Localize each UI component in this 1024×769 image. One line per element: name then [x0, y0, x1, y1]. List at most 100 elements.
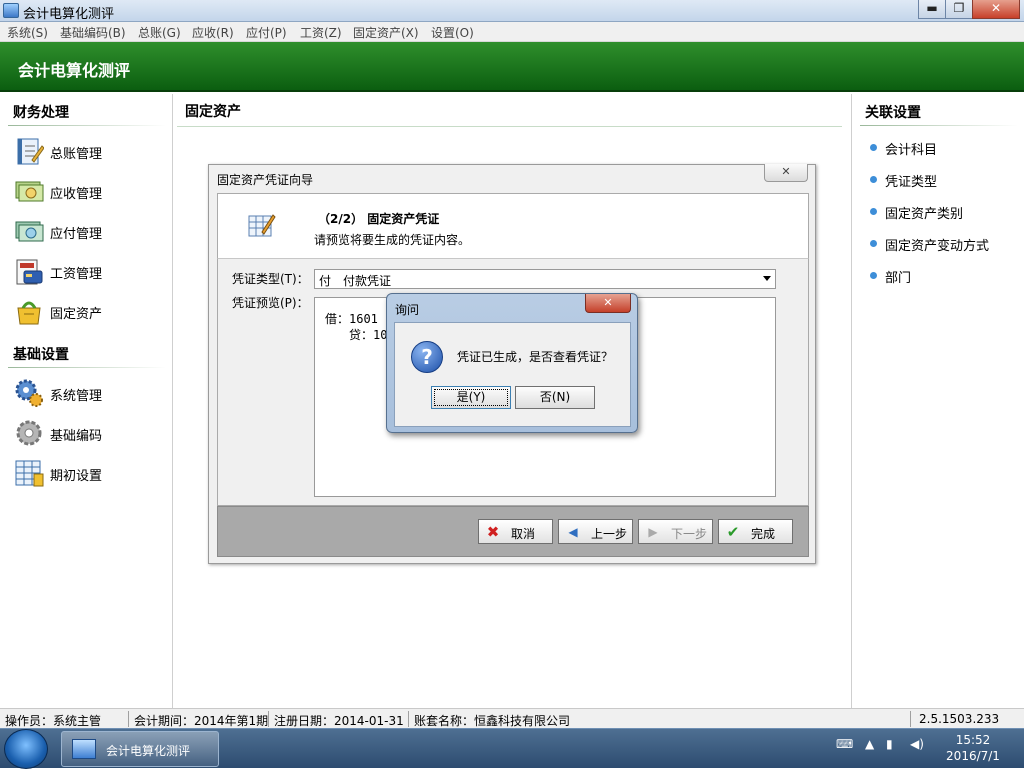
basic-section-title: 基础设置 [13, 347, 69, 363]
clock-time: 15:52 [955, 733, 991, 747]
voucher-edit-icon [248, 214, 276, 237]
ledger-icon [17, 138, 44, 165]
clock[interactable]: 15:52 2016/7/1 [938, 732, 1008, 764]
window-titlebar: 会计电算化测评 ▬ ❐ ✕ [0, 0, 1024, 22]
dialog-content: ? 凭证已生成，是否查看凭证？ 是(Y) 否(N) [394, 322, 631, 427]
wizard-close-button[interactable]: ✕ [764, 164, 808, 182]
bullet-icon [870, 240, 877, 247]
app-banner: 会计电算化测评 [0, 42, 1024, 92]
menu-basic-code[interactable]: 基础编码(B) [60, 24, 126, 41]
show-hidden-icons-icon[interactable]: ▲ [865, 737, 874, 751]
cancel-button[interactable]: ✖ 取消 [478, 519, 553, 544]
network-icon[interactable]: ▮ [886, 737, 893, 751]
menu-fixed-assets[interactable]: 固定资产(X) [353, 24, 419, 41]
close-button[interactable]: ✕ [972, 0, 1020, 19]
nav-label: 系统管理 [50, 389, 103, 404]
previous-step-button[interactable]: ◀ 上一步 [558, 519, 633, 544]
left-nav-panel: 财务处理 总账管理 应收管理 应付管理 工资管理 固定资产 基础设置 系统管理 … [0, 94, 173, 708]
nav-general-ledger[interactable]: 总账管理 [14, 136, 164, 166]
page-title: 固定资产 [185, 104, 241, 120]
basic-code-gear-icon [16, 420, 42, 446]
salary-icon [16, 259, 43, 285]
checkmark-icon: ✔ [726, 523, 740, 541]
nav-label: 应收管理 [50, 187, 103, 202]
taskbar: 会计电算化测评 ⌨ ▲ ▮ ◀) 15:52 2016/7/1 [0, 728, 1024, 769]
nav-payable[interactable]: 应付管理 [14, 216, 164, 246]
yes-button[interactable]: 是(Y) [431, 386, 511, 409]
arrow-right-icon: ▶ [648, 525, 658, 539]
no-button[interactable]: 否(N) [515, 386, 595, 409]
menu-general-ledger[interactable]: 总账(G) [138, 24, 181, 41]
nav-label: 应付管理 [50, 227, 103, 242]
cancel-x-icon: ✖ [486, 523, 500, 541]
menu-bar: 系统(S) 基础编码(B) 总账(G) 应收(R) 应付(P) 工资(Z) 固定… [0, 22, 1024, 42]
nav-opening-settings[interactable]: 期初设置 [14, 458, 164, 488]
dialog-title: 询问 [395, 303, 420, 317]
wizard-step-description: 请预览将要生成的凭证内容。 [314, 233, 471, 247]
section-divider [8, 125, 166, 126]
nav-label: 工资管理 [50, 267, 103, 282]
status-account-set: 账套名称：恒鑫科技有限公司 [414, 714, 571, 728]
nav-receivable[interactable]: 应收管理 [14, 176, 164, 206]
finance-section-title: 财务处理 [13, 105, 69, 121]
menu-settings[interactable]: 设置(O) [431, 24, 474, 41]
restore-button[interactable]: ❐ [945, 0, 973, 19]
nav-label: 固定资产 [50, 307, 103, 322]
system-gear-icon [15, 379, 43, 407]
voucher-type-label: 凭证类型(T)： [232, 272, 309, 286]
confirm-dialog: 询问 ✕ ? 凭证已生成，是否查看凭证？ 是(Y) 否(N) [386, 293, 638, 433]
bullet-icon [870, 208, 877, 215]
title-divider [177, 126, 842, 127]
volume-icon[interactable]: ◀) [910, 737, 924, 751]
wizard-title: 固定资产凭证向导 [217, 173, 314, 187]
nav-label: 期初设置 [50, 469, 103, 484]
status-separator [408, 711, 409, 727]
dropdown-arrow-icon [763, 276, 771, 281]
clock-date: 2016/7/1 [946, 749, 1000, 763]
bullet-icon [870, 272, 877, 279]
nav-fixed-assets[interactable]: 固定资产 [14, 296, 164, 326]
bullet-icon [870, 144, 877, 151]
voucher-type-select[interactable]: 付 付款凭证 [314, 269, 776, 289]
finish-button[interactable]: ✔ 完成 [718, 519, 793, 544]
arrow-left-icon: ◀ [568, 525, 578, 539]
menu-receivable[interactable]: 应收(R) [192, 24, 234, 41]
nav-salary[interactable]: 工资管理 [14, 256, 164, 286]
minimize-button[interactable]: ▬ [918, 0, 946, 19]
status-version: 2.5.1503.233 [919, 712, 1000, 726]
nav-label: 基础编码 [50, 429, 103, 444]
menu-salary[interactable]: 工资(Z) [300, 24, 342, 41]
dialog-message: 凭证已生成，是否查看凭证？ [457, 350, 614, 364]
banner-title: 会计电算化测评 [18, 61, 131, 80]
nav-label: 总账管理 [50, 147, 103, 162]
status-operator: 操作员：系统主管 [5, 714, 102, 728]
start-button[interactable] [4, 729, 48, 769]
opening-settings-icon [15, 460, 44, 487]
monitor-icon [72, 739, 96, 759]
dialog-close-button[interactable]: ✕ [585, 294, 631, 313]
status-bar: 操作员：系统主管 会计期间：2014年第1期 注册日期：2014-01-31 账… [0, 708, 1024, 728]
wizard-footer: ✖ 取消 ◀ 上一步 ▶ 下一步 ✔ 完成 [217, 506, 809, 557]
keyboard-icon[interactable]: ⌨ [836, 737, 853, 751]
nav-basic-code[interactable]: 基础编码 [14, 418, 164, 448]
menu-system[interactable]: 系统(S) [7, 24, 48, 41]
receivable-icon [15, 181, 44, 202]
status-separator [268, 711, 269, 727]
voucher-type-value: 付 付款凭证 [319, 274, 392, 288]
related-settings-title: 关联设置 [865, 105, 921, 121]
menu-payable[interactable]: 应付(P) [246, 24, 287, 41]
voucher-preview-label: 凭证预览(P)： [232, 296, 309, 310]
bullet-icon [870, 176, 877, 183]
app-icon [3, 3, 19, 18]
wizard-header: （2/2） 固定资产凭证 请预览将要生成的凭证内容。 [217, 193, 809, 258]
section-divider [860, 125, 1018, 126]
status-separator [128, 711, 129, 727]
status-separator [910, 711, 911, 727]
nav-system-management[interactable]: 系统管理 [14, 378, 164, 408]
next-step-button[interactable]: ▶ 下一步 [638, 519, 713, 544]
question-icon: ? [411, 341, 443, 373]
taskbar-app-button[interactable]: 会计电算化测评 [61, 731, 219, 767]
status-reg-date: 注册日期：2014-01-31 [274, 714, 404, 728]
payable-icon [15, 221, 44, 242]
section-divider [8, 367, 166, 368]
